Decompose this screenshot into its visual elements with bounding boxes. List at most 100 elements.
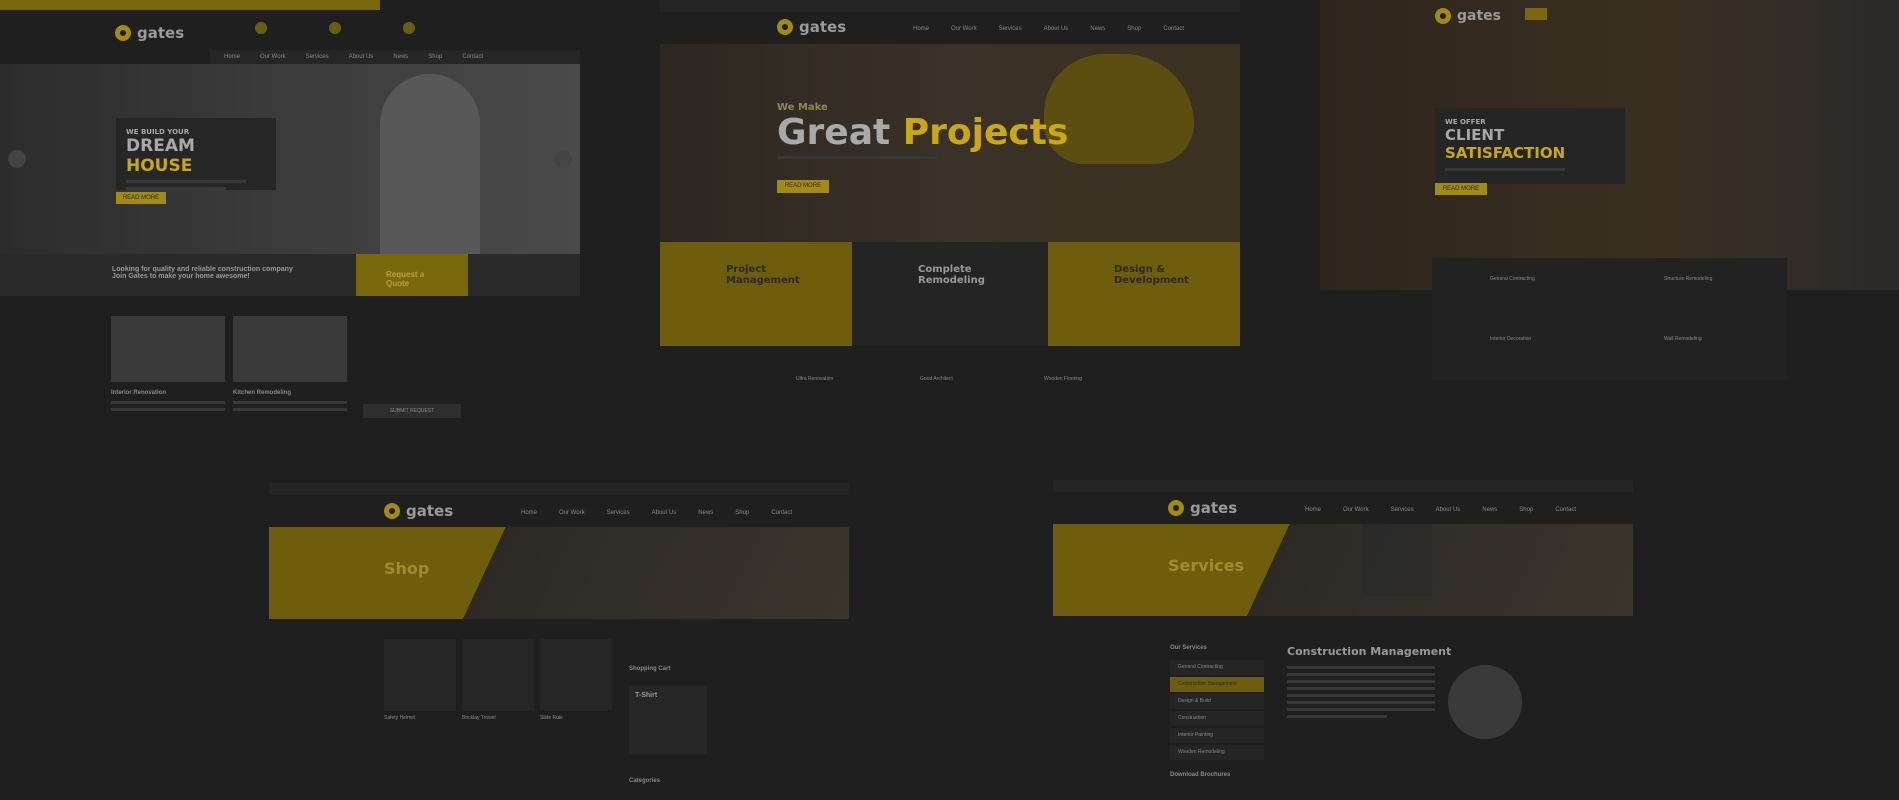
slider-next-arrow[interactable] [554, 150, 572, 168]
cart-title: Shopping Cart [629, 666, 671, 672]
nav-news[interactable]: News [1482, 507, 1497, 513]
hero-title: Great Projects [777, 112, 1069, 153]
nav-about[interactable]: About Us [1436, 507, 1461, 513]
nav-about[interactable]: About Us [349, 54, 374, 60]
nav-services[interactable]: Services [306, 54, 329, 60]
service-block[interactable]: General Contracting [1446, 276, 1535, 282]
nav-home[interactable]: Home [521, 510, 537, 516]
active-nav-chip[interactable] [1525, 8, 1547, 20]
logo[interactable]: gates [1435, 8, 1501, 24]
preview-home-2: gates Home Our Work Services About Us Ne… [660, 0, 1240, 350]
logo-icon [777, 19, 793, 35]
nav-about[interactable]: About Us [1044, 26, 1069, 32]
feature-title-b: Remodeling [918, 275, 985, 286]
page-title: Services [1168, 556, 1245, 575]
sidebar-item[interactable]: Wooden Remodeling [1170, 745, 1264, 760]
product-card[interactable]: Safety Helmet [384, 639, 456, 721]
services-sidebar: General Contracting Construction Managem… [1170, 660, 1264, 762]
nav-about[interactable]: About Us [652, 510, 677, 516]
nav-contact[interactable]: Contact [1163, 26, 1184, 32]
slider-prev-arrow[interactable] [8, 150, 26, 168]
request-quote-button[interactable]: Request a Quote [356, 254, 468, 296]
service-block[interactable]: Wall Remodeling [1620, 336, 1702, 342]
nav-home[interactable]: Home [224, 54, 240, 60]
hero-title-b: HOUSE [126, 156, 193, 176]
product-image [540, 639, 612, 711]
nav-home[interactable]: Home [1305, 507, 1321, 513]
nav-home[interactable]: Home [913, 26, 929, 32]
product-image [462, 639, 534, 711]
nav-contact[interactable]: Contact [1555, 507, 1576, 513]
nav-shop[interactable]: Shop [1519, 507, 1533, 513]
nav-contact[interactable]: Contact [462, 54, 483, 60]
top-bar [269, 483, 849, 495]
product-card[interactable]: Bricklay Trowel [462, 639, 534, 721]
main-nav: Home Our Work Services About Us News Sho… [913, 26, 1184, 32]
service-block[interactable]: Structure Remodeling [1620, 276, 1712, 282]
service-item: Good Architect [920, 376, 953, 382]
hero-read-more-button[interactable]: READ MORE [116, 192, 166, 204]
top-bar [660, 0, 1240, 12]
feature-box[interactable]: Complete Remodeling [852, 242, 1048, 346]
product-name: Safety Helmet [384, 715, 416, 721]
phone-icon [255, 22, 267, 34]
nav-bar: Home Our Work Services About Us News Sho… [210, 50, 580, 64]
nav-dropdown [1362, 524, 1432, 596]
sidebar-item[interactable]: General Contracting [1170, 660, 1264, 675]
product-name: Slide Rule [540, 715, 563, 721]
sidebar-item-active[interactable]: Construction Management [1170, 677, 1264, 692]
nav-shop[interactable]: Shop [1127, 26, 1141, 32]
feature-box[interactable]: Design & Development [1048, 242, 1240, 346]
feature-box[interactable]: Project Management [660, 242, 852, 346]
hero-caption: WE OFFER CLIENT SATISFACTION [1435, 108, 1625, 184]
logo[interactable]: gates [777, 18, 846, 36]
nav-news[interactable]: News [1090, 26, 1105, 32]
nav-contact[interactable]: Contact [771, 510, 792, 516]
product-name: Bricklay Trowel [462, 715, 496, 721]
sidebar-item[interactable]: Interior Painting [1170, 728, 1264, 743]
page-banner: Services [1053, 524, 1633, 616]
main-nav: Home Our Work Services About Us News Sho… [1305, 507, 1576, 513]
hero-subtitle: WE OFFER [1445, 118, 1486, 126]
sidebar-item[interactable]: Construction [1170, 711, 1264, 726]
nav-shop[interactable]: Shop [428, 54, 442, 60]
nav-services[interactable]: Services [607, 510, 630, 516]
feature-title-a: Complete [918, 264, 972, 275]
nav-news[interactable]: News [393, 54, 408, 60]
feature-title-b: Management [726, 275, 800, 286]
sidebar-title: Our Services [1170, 645, 1208, 651]
logo[interactable]: gates [115, 24, 184, 42]
logo[interactable]: gates [1168, 499, 1237, 517]
page-banner: Shop [269, 527, 849, 619]
service-card[interactable]: Interior Renovation [111, 316, 225, 415]
logo-icon [1435, 8, 1451, 24]
logo-icon [1168, 500, 1184, 516]
logo-text: gates [406, 502, 454, 520]
service-card[interactable]: Kitchen Remodeling [233, 316, 347, 415]
nav-our-work[interactable]: Our Work [260, 54, 286, 60]
hero-subtitle: WE BUILD YOUR [126, 128, 190, 136]
nav-shop[interactable]: Shop [735, 510, 749, 516]
card-title: Interior Renovation [111, 390, 167, 396]
submit-request-button[interactable]: SUBMIT REQUEST [363, 404, 461, 418]
logo-text: gates [1457, 8, 1501, 24]
body-text [1287, 666, 1435, 722]
page-title: Shop [384, 559, 430, 578]
hero-read-more-button[interactable]: READ MORE [1435, 183, 1487, 195]
nav-our-work[interactable]: Our Work [951, 26, 977, 32]
service-block[interactable]: Interior Decoration [1446, 336, 1531, 342]
service-item: Wooden Flooring [1044, 376, 1082, 382]
nav-our-work[interactable]: Our Work [559, 510, 585, 516]
nav-services[interactable]: Services [999, 26, 1022, 32]
hero-person [380, 74, 480, 254]
sidebar-item[interactable]: Design & Build [1170, 694, 1264, 709]
logo-text: gates [799, 18, 847, 36]
nav-our-work[interactable]: Our Work [1343, 507, 1369, 513]
nav-services[interactable]: Services [1391, 507, 1414, 513]
nav-news[interactable]: News [698, 510, 713, 516]
hero-read-more-button[interactable]: READ MORE [777, 180, 829, 193]
hero-title-b: SATISFACTION [1445, 144, 1566, 162]
logo-icon [384, 503, 400, 519]
product-card[interactable]: Slide Rule [540, 639, 612, 721]
logo[interactable]: gates [384, 502, 453, 520]
